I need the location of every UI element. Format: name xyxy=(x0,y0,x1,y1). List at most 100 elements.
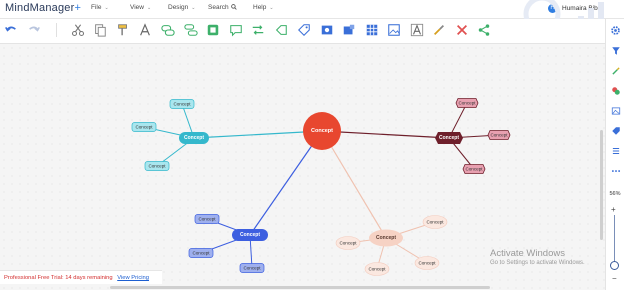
copy-icon xyxy=(95,24,106,37)
brush-button[interactable] xyxy=(431,22,447,38)
horizontal-scrollbar[interactable] xyxy=(110,286,490,289)
mark-button[interactable] xyxy=(319,22,335,38)
filter-button[interactable] xyxy=(609,44,622,57)
topic-label: Concept xyxy=(439,135,459,141)
menu-design[interactable]: Design ⌄ xyxy=(168,4,195,11)
format-painter-button[interactable] xyxy=(115,22,131,38)
image-panel-button[interactable] xyxy=(609,104,622,117)
undo-button[interactable] xyxy=(3,22,19,38)
subtopic-label: Concept xyxy=(368,267,386,272)
subtopic-label: Concept xyxy=(198,217,216,222)
chevron-down-icon: ⌄ xyxy=(191,5,196,11)
callout-button[interactable] xyxy=(205,22,221,38)
table-icon xyxy=(366,24,378,36)
comment-icon xyxy=(230,25,242,37)
redo-button[interactable] xyxy=(26,22,42,38)
subtopic-label: Concept xyxy=(135,125,153,130)
cut-button[interactable] xyxy=(70,22,86,38)
windows-activation-watermark: Activate Windows Go to Settings to activ… xyxy=(490,248,585,266)
menu-help[interactable]: Help ⌄ xyxy=(253,4,274,11)
subtopic-label: Concept xyxy=(490,133,508,138)
subtopic-label: Concept xyxy=(339,241,357,246)
branch-connector-maroon xyxy=(321,130,450,141)
settings-icon xyxy=(611,26,620,35)
brush-icon xyxy=(434,25,444,35)
tag-panel-button[interactable] xyxy=(609,124,622,137)
subtopic-label: Concept xyxy=(243,266,261,271)
app-logo[interactable]: MindManager+ xyxy=(5,2,81,14)
watermark-title: Activate Windows xyxy=(490,248,565,259)
chevron-down-icon: ⌄ xyxy=(269,5,274,11)
redo-icon xyxy=(29,26,40,32)
tag-button[interactable] xyxy=(296,22,312,38)
format-button[interactable] xyxy=(609,64,622,77)
tag-icon xyxy=(298,24,310,36)
filter-icon xyxy=(611,46,620,55)
zoom-level: 56% xyxy=(609,191,621,197)
brush-icon xyxy=(611,66,620,75)
zoom-out-button[interactable]: − xyxy=(612,274,617,283)
undo-icon xyxy=(5,26,16,32)
topic-label: Concept xyxy=(376,235,396,241)
trial-banner: Professional Free Trial: 14 days remaini… xyxy=(0,270,162,284)
relationship-button[interactable] xyxy=(250,22,266,38)
add-subtopic-icon xyxy=(184,24,198,36)
delete-button[interactable] xyxy=(454,22,470,38)
delete-icon xyxy=(457,25,467,35)
add-topic-button[interactable] xyxy=(160,22,176,38)
subtopic-label: Concept xyxy=(148,164,166,169)
subtopic-label: Concept xyxy=(418,261,436,266)
boundary-icon xyxy=(275,25,287,35)
table-button[interactable] xyxy=(364,22,380,38)
emoji-icon xyxy=(611,86,620,95)
menu-view[interactable]: View ⌄ xyxy=(130,4,151,11)
menu-search[interactable]: Search xyxy=(208,4,238,11)
list-button[interactable] xyxy=(609,144,622,157)
branch-connector-teal xyxy=(193,130,323,141)
cut-icon xyxy=(71,24,85,37)
view-pricing-link[interactable]: View Pricing xyxy=(117,275,149,281)
subtopic-label: Concept xyxy=(426,220,444,225)
settings-button[interactable] xyxy=(609,24,622,37)
relationship-icon xyxy=(252,25,264,35)
trial-text: Professional Free Trial: 14 days remaini… xyxy=(4,275,113,281)
vertical-scrollbar[interactable] xyxy=(600,130,603,240)
mark-icon xyxy=(321,25,333,35)
attachment-icon xyxy=(343,24,355,35)
copy-button[interactable] xyxy=(92,22,108,38)
add-topic-icon xyxy=(161,25,175,36)
more-button[interactable] xyxy=(609,164,622,177)
text-box-icon xyxy=(410,23,424,37)
text-box-button[interactable] xyxy=(409,22,425,38)
share-button[interactable] xyxy=(476,22,492,38)
format-painter-icon xyxy=(118,24,127,36)
topic-label: Concept xyxy=(240,232,260,238)
text-style-button[interactable] xyxy=(137,22,153,38)
menu-file[interactable]: File ⌄ xyxy=(91,4,109,11)
subtopic-label: Concept xyxy=(458,101,476,106)
emoji-button[interactable] xyxy=(609,84,622,97)
boundary-button[interactable] xyxy=(273,22,289,38)
search-icon xyxy=(231,4,238,10)
zoom-in-button[interactable]: + xyxy=(611,205,616,214)
text-style-icon xyxy=(140,23,150,36)
central-topic-label: Concept xyxy=(311,128,333,134)
sep xyxy=(48,22,64,38)
add-subtopic-button[interactable] xyxy=(183,22,199,38)
attachment-button[interactable] xyxy=(341,22,357,38)
watermark-subtitle: Go to Settings to activate Windows. xyxy=(490,260,585,266)
subtopic-label: Concept xyxy=(192,251,210,256)
subtopic-label: Concept xyxy=(465,167,483,172)
topic-label: Concept xyxy=(184,135,204,141)
image-button[interactable] xyxy=(386,22,402,38)
comment-button[interactable] xyxy=(228,22,244,38)
zoom-slider-thumb[interactable] xyxy=(610,261,619,270)
more-icon xyxy=(611,169,620,172)
chevron-down-icon: ⌄ xyxy=(104,5,109,11)
toolbar xyxy=(0,19,605,44)
image-icon xyxy=(388,24,400,36)
subtopic-label: Concept xyxy=(173,102,191,107)
chevron-down-icon: ⌄ xyxy=(146,5,152,11)
callout-icon xyxy=(207,24,219,36)
share-icon xyxy=(478,24,490,36)
